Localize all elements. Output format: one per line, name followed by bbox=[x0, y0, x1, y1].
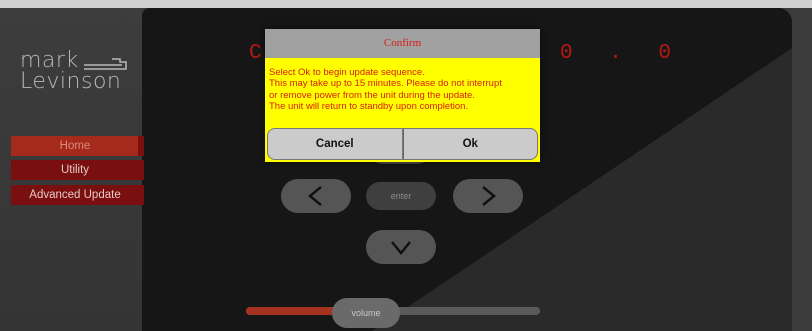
down-button[interactable] bbox=[366, 230, 436, 264]
display-right-chars: 0 . 0 bbox=[560, 42, 684, 65]
chevron-down-icon bbox=[391, 241, 411, 255]
left-button[interactable] bbox=[281, 179, 351, 213]
dialog-message-line: Select Ok to begin update sequence. bbox=[269, 67, 425, 78]
brand-line2: Levinson bbox=[20, 69, 122, 94]
chevron-left-icon bbox=[308, 186, 322, 206]
right-button[interactable] bbox=[453, 179, 523, 213]
cancel-button[interactable]: Cancel bbox=[267, 128, 403, 160]
dialog-message-line: or remove power from the unit during the… bbox=[269, 89, 475, 101]
volume-slider-fill bbox=[246, 307, 335, 315]
nav-advanced-tab bbox=[138, 185, 144, 205]
top-bar bbox=[0, 0, 812, 8]
dialog-message: Select Ok to begin update sequence. This… bbox=[269, 67, 539, 112]
nav-utility-tab bbox=[138, 160, 144, 180]
dialog-message-line: This may take up to 15 minutes. Please d… bbox=[269, 78, 502, 90]
nav-utility[interactable]: Utility bbox=[11, 160, 142, 180]
confirm-dialog: Confirm Select Ok to begin update sequen… bbox=[265, 29, 540, 162]
ok-button[interactable]: Ok bbox=[402, 128, 538, 160]
dialog-buttons: Cancel Ok bbox=[267, 128, 538, 160]
chevron-right-icon bbox=[482, 186, 496, 206]
nav-home[interactable]: Home bbox=[11, 136, 142, 156]
enter-button[interactable]: enter bbox=[366, 182, 436, 210]
volume-slider-knob[interactable]: volume bbox=[332, 298, 400, 328]
dialog-title: Confirm bbox=[265, 29, 540, 58]
nav-advanced-update[interactable]: Advanced Update bbox=[11, 185, 142, 205]
nav-home-tab bbox=[138, 136, 144, 156]
brand-logo: mark Levinson bbox=[20, 50, 140, 95]
dialog-message-line: The unit will return to standby upon com… bbox=[269, 100, 469, 112]
brand-arrow-icon bbox=[84, 58, 127, 70]
